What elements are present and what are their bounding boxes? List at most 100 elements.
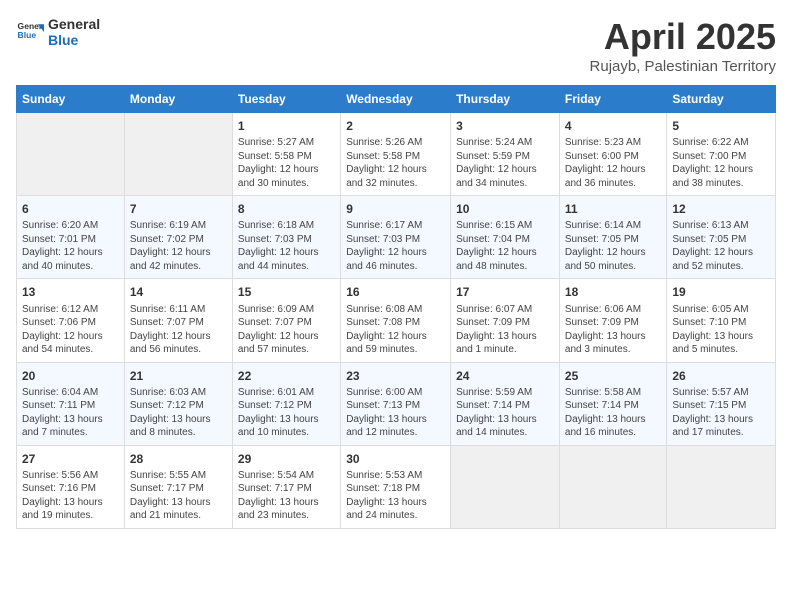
day-cell: 29 Sunrise: 5:54 AMSunset: 7:17 PMDayligh…	[232, 445, 340, 528]
day-detail: Sunrise: 6:22 AMSunset: 7:00 PMDaylight:…	[672, 136, 770, 190]
day-number: 18	[565, 284, 661, 300]
day-cell: 13Sunrise: 6:12 AMSunset: 7:06 PMDayligh…	[17, 279, 125, 362]
day-detail: Sunrise: 5:27 AMSunset: 5:58 PMDaylight:…	[238, 136, 335, 190]
day-number: 4	[565, 118, 661, 134]
day-cell: 15 Sunrise: 6:09 AMSunset: 7:07 PMDayligh…	[232, 279, 340, 362]
day-detail: Sunrise: 6:19 AMSunset: 7:02 PMDaylight:…	[130, 219, 227, 273]
day-number: 28	[130, 451, 227, 467]
week-row-4: 27 Sunrise: 5:56 AMSunset: 7:16 PMDayligh…	[17, 445, 776, 528]
calendar-title: April 2025	[590, 16, 776, 58]
day-number: 12	[672, 201, 770, 217]
day-number: 8	[238, 201, 335, 217]
day-detail: Sunrise: 6:12 AMSunset: 7:06 PMDaylight:…	[22, 303, 119, 357]
day-cell: 23 Sunrise: 6:00 AMSunset: 7:13 PMDayligh…	[341, 362, 451, 445]
svg-text:Blue: Blue	[18, 30, 37, 40]
day-number: 29	[238, 451, 335, 467]
day-cell	[451, 445, 560, 528]
day-cell: 28 Sunrise: 5:55 AMSunset: 7:17 PMDayligh…	[124, 445, 232, 528]
day-detail: Sunrise: 6:03 AMSunset: 7:12 PMDaylight:…	[130, 386, 227, 440]
day-detail: Sunrise: 6:05 AMSunset: 7:10 PMDaylight:…	[672, 303, 770, 357]
day-number: 20	[22, 368, 119, 384]
day-detail: Sunrise: 6:11 AMSunset: 7:07 PMDaylight:…	[130, 303, 227, 357]
day-detail: Sunrise: 6:15 AMSunset: 7:04 PMDaylight:…	[456, 219, 554, 273]
day-number: 9	[346, 201, 445, 217]
day-cell: 16 Sunrise: 6:08 AMSunset: 7:08 PMDayligh…	[341, 279, 451, 362]
day-cell: 4 Sunrise: 5:23 AMSunset: 6:00 PMDaylight…	[559, 113, 666, 196]
day-detail: Sunrise: 5:58 AMSunset: 7:14 PMDaylight:…	[565, 386, 661, 440]
day-cell: 2 Sunrise: 5:26 AMSunset: 5:58 PMDaylight…	[341, 113, 451, 196]
day-cell: 22Sunrise: 6:01 AMSunset: 7:12 PMDayligh…	[232, 362, 340, 445]
day-detail: Sunrise: 5:23 AMSunset: 6:00 PMDaylight:…	[565, 136, 661, 190]
day-number: 3	[456, 118, 554, 134]
calendar-table: SundayMondayTuesdayWednesdayThursdayFrid…	[16, 85, 776, 529]
day-number: 21	[130, 368, 227, 384]
day-header-tuesday: Tuesday	[232, 86, 340, 113]
week-row-1: 6Sunrise: 6:20 AMSunset: 7:01 PMDaylight…	[17, 196, 776, 279]
day-number: 11	[565, 201, 661, 217]
logo-line2: Blue	[48, 32, 78, 48]
day-cell: 21 Sunrise: 6:03 AMSunset: 7:12 PMDayligh…	[124, 362, 232, 445]
logo: General Blue General Blue	[16, 16, 100, 48]
day-number: 14	[130, 284, 227, 300]
title-block: April 2025 Rujayb, Palestinian Territory	[590, 16, 776, 75]
day-cell: 7 Sunrise: 6:19 AMSunset: 7:02 PMDaylight…	[124, 196, 232, 279]
day-detail: Sunrise: 6:17 AMSunset: 7:03 PMDaylight:…	[346, 219, 445, 273]
day-detail: Sunrise: 5:24 AMSunset: 5:59 PMDaylight:…	[456, 136, 554, 190]
day-number: 15	[238, 284, 335, 300]
day-header-sunday: Sunday	[17, 86, 125, 113]
day-detail: Sunrise: 6:01 AMSunset: 7:12 PMDaylight:…	[238, 386, 335, 440]
header: General Blue General Blue April 2025 Ruj…	[16, 16, 776, 75]
day-header-friday: Friday	[559, 86, 666, 113]
day-number: 2	[346, 118, 445, 134]
day-header-saturday: Saturday	[667, 86, 776, 113]
day-header-monday: Monday	[124, 86, 232, 113]
day-cell: 5 Sunrise: 6:22 AMSunset: 7:00 PMDaylight…	[667, 113, 776, 196]
day-detail: Sunrise: 5:55 AMSunset: 7:17 PMDaylight:…	[130, 469, 227, 523]
day-cell	[124, 113, 232, 196]
day-cell: 11 Sunrise: 6:14 AMSunset: 7:05 PMDayligh…	[559, 196, 666, 279]
day-cell: 17Sunrise: 6:07 AMSunset: 7:09 PMDayligh…	[451, 279, 560, 362]
day-cell: 25 Sunrise: 5:58 AMSunset: 7:14 PMDayligh…	[559, 362, 666, 445]
day-cell: 30 Sunrise: 5:53 AMSunset: 7:18 PMDayligh…	[341, 445, 451, 528]
day-detail: Sunrise: 6:06 AMSunset: 7:09 PMDaylight:…	[565, 303, 661, 357]
day-cell	[667, 445, 776, 528]
day-number: 25	[565, 368, 661, 384]
day-detail: Sunrise: 5:56 AMSunset: 7:16 PMDaylight:…	[22, 469, 119, 523]
day-number: 1	[238, 118, 335, 134]
day-header-wednesday: Wednesday	[341, 86, 451, 113]
day-cell: 9 Sunrise: 6:17 AMSunset: 7:03 PMDaylight…	[341, 196, 451, 279]
day-cell: 19 Sunrise: 6:05 AMSunset: 7:10 PMDayligh…	[667, 279, 776, 362]
day-number: 23	[346, 368, 445, 384]
day-cell: 6Sunrise: 6:20 AMSunset: 7:01 PMDaylight…	[17, 196, 125, 279]
day-cell: 18 Sunrise: 6:06 AMSunset: 7:09 PMDayligh…	[559, 279, 666, 362]
day-detail: Sunrise: 5:54 AMSunset: 7:17 PMDaylight:…	[238, 469, 335, 523]
day-cell: 24 Sunrise: 5:59 AMSunset: 7:14 PMDayligh…	[451, 362, 560, 445]
day-detail: Sunrise: 6:09 AMSunset: 7:07 PMDaylight:…	[238, 303, 335, 357]
logo-icon: General Blue	[16, 18, 44, 46]
day-number: 26	[672, 368, 770, 384]
day-detail: Sunrise: 6:20 AMSunset: 7:01 PMDaylight:…	[22, 219, 119, 273]
week-row-0: 1 Sunrise: 5:27 AMSunset: 5:58 PMDaylight…	[17, 113, 776, 196]
day-number: 16	[346, 284, 445, 300]
day-cell: 8 Sunrise: 6:18 AMSunset: 7:03 PMDaylight…	[232, 196, 340, 279]
logo-line1: General	[48, 16, 100, 32]
day-cell: 27 Sunrise: 5:56 AMSunset: 7:16 PMDayligh…	[17, 445, 125, 528]
day-detail: Sunrise: 6:18 AMSunset: 7:03 PMDaylight:…	[238, 219, 335, 273]
day-detail: Sunrise: 6:00 AMSunset: 7:13 PMDaylight:…	[346, 386, 445, 440]
day-detail: Sunrise: 6:08 AMSunset: 7:08 PMDaylight:…	[346, 303, 445, 357]
week-row-3: 20 Sunrise: 6:04 AMSunset: 7:11 PMDayligh…	[17, 362, 776, 445]
day-detail: Sunrise: 6:04 AMSunset: 7:11 PMDaylight:…	[22, 386, 119, 440]
day-detail: Sunrise: 5:59 AMSunset: 7:14 PMDaylight:…	[456, 386, 554, 440]
day-detail: Sunrise: 5:53 AMSunset: 7:18 PMDaylight:…	[346, 469, 445, 523]
day-number: 27	[22, 451, 119, 467]
day-cell: 10Sunrise: 6:15 AMSunset: 7:04 PMDayligh…	[451, 196, 560, 279]
day-number: 7	[130, 201, 227, 217]
day-detail: Sunrise: 5:26 AMSunset: 5:58 PMDaylight:…	[346, 136, 445, 190]
day-number: 17	[456, 284, 554, 300]
header-row: SundayMondayTuesdayWednesdayThursdayFrid…	[17, 86, 776, 113]
day-number: 5	[672, 118, 770, 134]
day-detail: Sunrise: 6:14 AMSunset: 7:05 PMDaylight:…	[565, 219, 661, 273]
day-number: 30	[346, 451, 445, 467]
day-number: 19	[672, 284, 770, 300]
day-number: 24	[456, 368, 554, 384]
